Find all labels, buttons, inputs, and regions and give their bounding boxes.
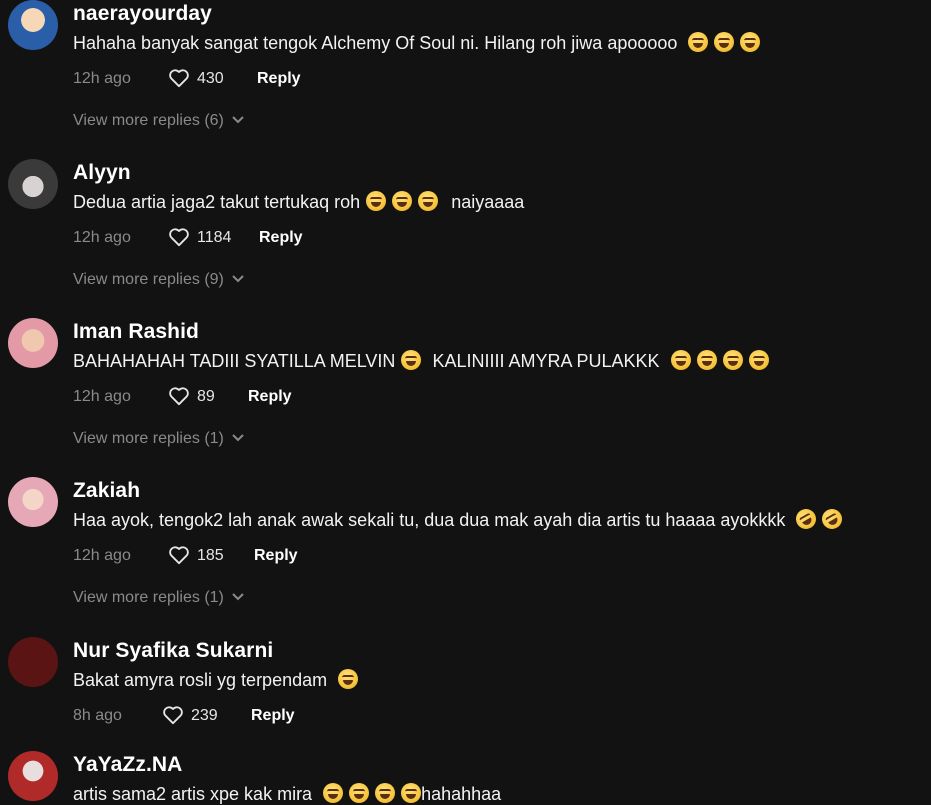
grinning-squinting-emoji-icon <box>688 32 709 52</box>
comment-username[interactable]: Iman Rashid <box>73 320 199 344</box>
like-count: 239 <box>191 707 218 724</box>
rolling-laughing-emoji-icon <box>792 505 821 533</box>
grinning-squinting-emoji-icon <box>748 350 769 370</box>
like-count: 430 <box>197 70 224 87</box>
heart-outline-icon[interactable] <box>168 227 190 247</box>
chevron-down-icon <box>232 275 244 283</box>
grinning-squinting-emoji-icon <box>722 350 743 370</box>
comment-time: 8h ago <box>73 707 122 724</box>
like-count: 185 <box>197 547 224 564</box>
reply-button[interactable]: Reply <box>257 70 301 88</box>
grinning-squinting-emoji-icon <box>418 191 439 211</box>
grinning-squinting-emoji-icon <box>338 669 359 689</box>
grinning-squinting-emoji-icon <box>696 350 717 370</box>
view-more-replies[interactable]: View more replies (6) <box>73 112 244 130</box>
grinning-squinting-emoji-icon <box>375 783 396 803</box>
grinning-squinting-emoji-icon <box>392 191 413 211</box>
view-more-replies[interactable]: View more replies (9) <box>73 271 244 289</box>
avatar[interactable] <box>8 637 58 687</box>
comment-text: BAHAHAHAH TADIII SYATILLA MELVIN KALINII… <box>73 350 769 372</box>
comment-username[interactable]: Zakiah <box>73 479 140 503</box>
avatar[interactable] <box>8 159 58 209</box>
comment-username[interactable]: YaYaZz.NA <box>73 753 182 777</box>
avatar[interactable] <box>8 751 58 801</box>
comment-time: 12h ago <box>73 70 131 87</box>
chevron-down-icon <box>232 116 244 124</box>
reply-button[interactable]: Reply <box>248 388 292 406</box>
reply-button[interactable]: Reply <box>259 229 303 247</box>
comment-username[interactable]: Nur Syafika Sukarni <box>73 639 273 663</box>
comment-text: artis sama2 artis xpe kak mira hahahhaa <box>73 783 502 804</box>
chevron-down-icon <box>232 434 244 442</box>
grinning-squinting-emoji-icon <box>401 783 422 803</box>
comment-username[interactable]: Alyyn <box>73 161 131 185</box>
like-count: 89 <box>197 388 215 405</box>
comment-text: Dedua artia jaga2 takut tertukaq roh nai… <box>73 191 525 212</box>
avatar[interactable] <box>8 0 58 50</box>
comment-text: Bakat amyra rosli yg terpendam <box>73 669 359 691</box>
comment-time: 12h ago <box>73 388 131 405</box>
heart-outline-icon[interactable] <box>168 68 190 88</box>
grinning-squinting-emoji-icon <box>323 783 344 803</box>
grinning-squinting-emoji-icon <box>366 191 387 211</box>
rolling-laughing-emoji-icon <box>818 505 847 533</box>
view-more-replies[interactable]: View more replies (1) <box>73 430 244 448</box>
heart-outline-icon[interactable] <box>162 705 184 725</box>
comment-text: Haa ayok, tengok2 lah anak awak sekali t… <box>73 505 847 533</box>
reply-button[interactable]: Reply <box>254 547 298 565</box>
comment-time: 12h ago <box>73 547 131 564</box>
view-more-replies[interactable]: View more replies (1) <box>73 589 244 607</box>
grinning-squinting-emoji-icon <box>714 32 735 52</box>
grinning-squinting-emoji-icon <box>740 32 761 52</box>
avatar[interactable] <box>8 477 58 527</box>
grinning-squinting-emoji-icon <box>401 350 422 370</box>
comment-text: Hahaha banyak sangat tengok Alchemy Of S… <box>73 32 761 54</box>
comment-time: 12h ago <box>73 229 131 246</box>
heart-outline-icon[interactable] <box>168 545 190 565</box>
chevron-down-icon <box>232 593 244 601</box>
heart-outline-icon[interactable] <box>168 386 190 406</box>
reply-button[interactable]: Reply <box>251 707 295 725</box>
grinning-squinting-emoji-icon <box>349 783 370 803</box>
like-count: 1184 <box>197 229 232 246</box>
grinning-squinting-emoji-icon <box>670 350 691 370</box>
comment-username[interactable]: naerayourday <box>73 2 212 26</box>
avatar[interactable] <box>8 318 58 368</box>
